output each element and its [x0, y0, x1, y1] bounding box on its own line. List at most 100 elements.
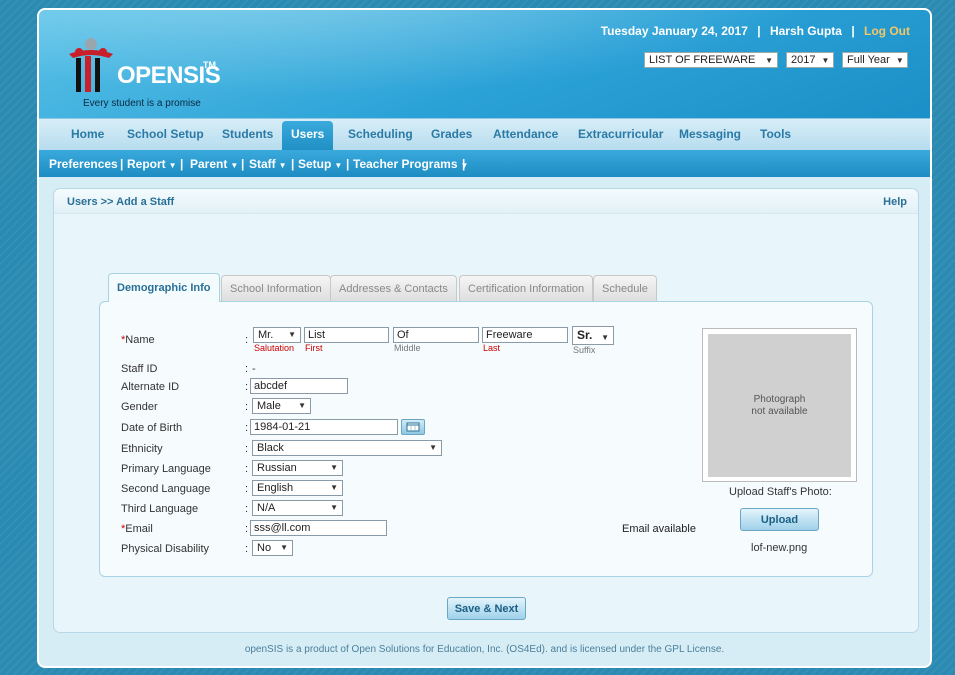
separator: |: [757, 24, 761, 38]
menu-extracurricular[interactable]: Extracurricular: [578, 127, 663, 141]
colon: :: [245, 503, 249, 515]
salutation-select[interactable]: Mr. ▼: [253, 327, 301, 343]
separator: |: [241, 157, 245, 171]
header: OPENSIS TM Every student is a promise Tu…: [39, 10, 930, 118]
submenu-parent[interactable]: Parent ▼: [190, 157, 238, 171]
tab-demographic-info[interactable]: Demographic Info: [108, 273, 220, 302]
chevron-down-icon: ▼: [330, 463, 338, 472]
menu-tools[interactable]: Tools: [760, 127, 791, 141]
email-input[interactable]: sss@ll.com: [250, 520, 387, 536]
top-info: Tuesday January 24, 2017 | Harsh Gupta |…: [601, 24, 910, 38]
content-panel: Users >> Add a Staff Help Demographic In…: [53, 188, 919, 633]
submenu-preferences[interactable]: Preferences: [49, 157, 118, 171]
calendar-icon: [406, 422, 420, 432]
uploaded-filename: lof-new.png: [751, 542, 808, 554]
email-label-text: Email: [125, 523, 153, 535]
menu-students[interactable]: Students: [222, 127, 273, 141]
chevron-down-icon: ▼: [298, 401, 306, 410]
submenu-report-label: Report: [127, 157, 166, 171]
chevron-down-icon: ▼: [330, 503, 338, 512]
physical-disability-select[interactable]: No ▼: [252, 540, 293, 556]
last-name-input[interactable]: Freeware: [482, 327, 568, 343]
logo-figures-icon: [69, 38, 113, 92]
colon: :: [245, 523, 249, 535]
separator: |: [291, 157, 295, 171]
submenu-parent-label: Parent: [190, 157, 228, 171]
menu-messaging[interactable]: Messaging: [679, 127, 741, 141]
first-sublabel: First: [305, 343, 323, 353]
chevron-down-icon: ▼: [278, 161, 287, 170]
menu-grades[interactable]: Grades: [431, 127, 472, 141]
name-label-text: Name: [125, 334, 155, 346]
submenu-teacher-programs-label: Teacher Programs: [353, 157, 458, 171]
tab-certification-information[interactable]: Certification Information: [459, 275, 594, 301]
primary-language-label: Primary Language: [121, 463, 211, 475]
separator: |: [346, 157, 350, 171]
alternate-id-input[interactable]: abcdef: [250, 378, 348, 394]
colon: :: [245, 443, 249, 455]
menu-scheduling[interactable]: Scheduling: [348, 127, 413, 141]
submenu-setup[interactable]: Setup ▼: [298, 157, 342, 171]
demographic-form: *Name : Mr. ▼ Salutation List First Of Mi…: [99, 301, 873, 577]
middle-sublabel: Middle: [394, 343, 421, 353]
context-selects: LIST OF FREEWARE ▼ 2017 ▼ Full Year ▼: [644, 52, 908, 68]
year-select[interactable]: 2017 ▼: [786, 52, 834, 68]
third-language-label: Third Language: [121, 503, 199, 515]
tab-addresses-contacts[interactable]: Addresses & Contacts: [330, 275, 457, 301]
tab-schedule[interactable]: Schedule: [593, 275, 657, 301]
help-link[interactable]: Help: [883, 196, 907, 208]
upload-button[interactable]: Upload: [740, 508, 819, 531]
breadcrumb[interactable]: Users >> Add a Staff: [67, 196, 174, 208]
menu-school-setup[interactable]: School Setup: [127, 127, 204, 141]
term-select[interactable]: Full Year ▼: [842, 52, 908, 68]
third-language-select[interactable]: N/A ▼: [252, 500, 343, 516]
opensis-logo[interactable]: OPENSIS TM Every student is a promise: [65, 36, 255, 111]
logout-link[interactable]: Log Out: [864, 24, 910, 38]
first-name-input[interactable]: List: [304, 327, 389, 343]
staff-id-label: Staff ID: [121, 363, 158, 375]
suffix-select[interactable]: Sr. ▼: [572, 326, 614, 345]
separator: |: [851, 24, 855, 38]
menu-users[interactable]: Users: [282, 121, 334, 151]
main-menu: Home School Setup Students Users Schedul…: [39, 118, 930, 151]
gender-label: Gender: [121, 401, 158, 413]
school-select[interactable]: LIST OF FREEWARE ▼: [644, 52, 778, 68]
calendar-button[interactable]: [401, 419, 425, 435]
menu-attendance[interactable]: Attendance: [493, 127, 558, 141]
primary-language-value: Russian: [257, 462, 297, 474]
sub-menu: Preferences | Report ▼ | Parent ▼ | Staff ▼…: [39, 150, 930, 177]
colon: :: [245, 381, 249, 393]
colon: :: [245, 543, 249, 555]
tab-school-information[interactable]: School Information: [221, 275, 331, 301]
submenu-staff[interactable]: Staff ▼: [249, 157, 287, 171]
suffix-sublabel: Suffix: [573, 345, 596, 355]
second-language-select[interactable]: English ▼: [252, 480, 343, 496]
separator: |: [462, 157, 466, 171]
save-next-button[interactable]: Save & Next: [447, 597, 526, 620]
app-frame: OPENSIS TM Every student is a promise Tu…: [37, 8, 932, 668]
dob-input[interactable]: 1984-01-21: [250, 419, 398, 435]
submenu-setup-label: Setup: [298, 157, 332, 171]
third-language-value: N/A: [257, 502, 276, 514]
ethnicity-value: Black: [257, 442, 284, 454]
chevron-down-icon: ▼: [334, 161, 343, 170]
school-select-value: LIST OF FREEWARE: [649, 54, 756, 66]
last-sublabel: Last: [483, 343, 501, 353]
gender-select[interactable]: Male ▼: [252, 398, 311, 414]
ethnicity-select[interactable]: Black ▼: [252, 440, 442, 456]
current-date: Tuesday January 24, 2017: [600, 24, 748, 38]
chevron-down-icon: ▼: [765, 55, 773, 65]
primary-language-select[interactable]: Russian ▼: [252, 460, 343, 476]
submenu-teacher-programs[interactable]: Teacher Programs ▼: [353, 157, 468, 171]
middle-name-input[interactable]: Of: [393, 327, 479, 343]
chevron-down-icon: ▼: [895, 55, 904, 65]
chevron-down-icon: ▼: [601, 333, 609, 342]
menu-home[interactable]: Home: [71, 127, 104, 141]
colon: :: [245, 334, 249, 346]
chevron-down-icon: ▼: [821, 55, 830, 65]
footer: openSIS is a product of Open Solutions f…: [244, 644, 725, 655]
photo-frame: Photograph not available: [702, 328, 857, 482]
colon: :: [245, 463, 249, 475]
submenu-report[interactable]: Report ▼: [127, 157, 177, 171]
submenu-staff-label: Staff: [249, 157, 276, 171]
